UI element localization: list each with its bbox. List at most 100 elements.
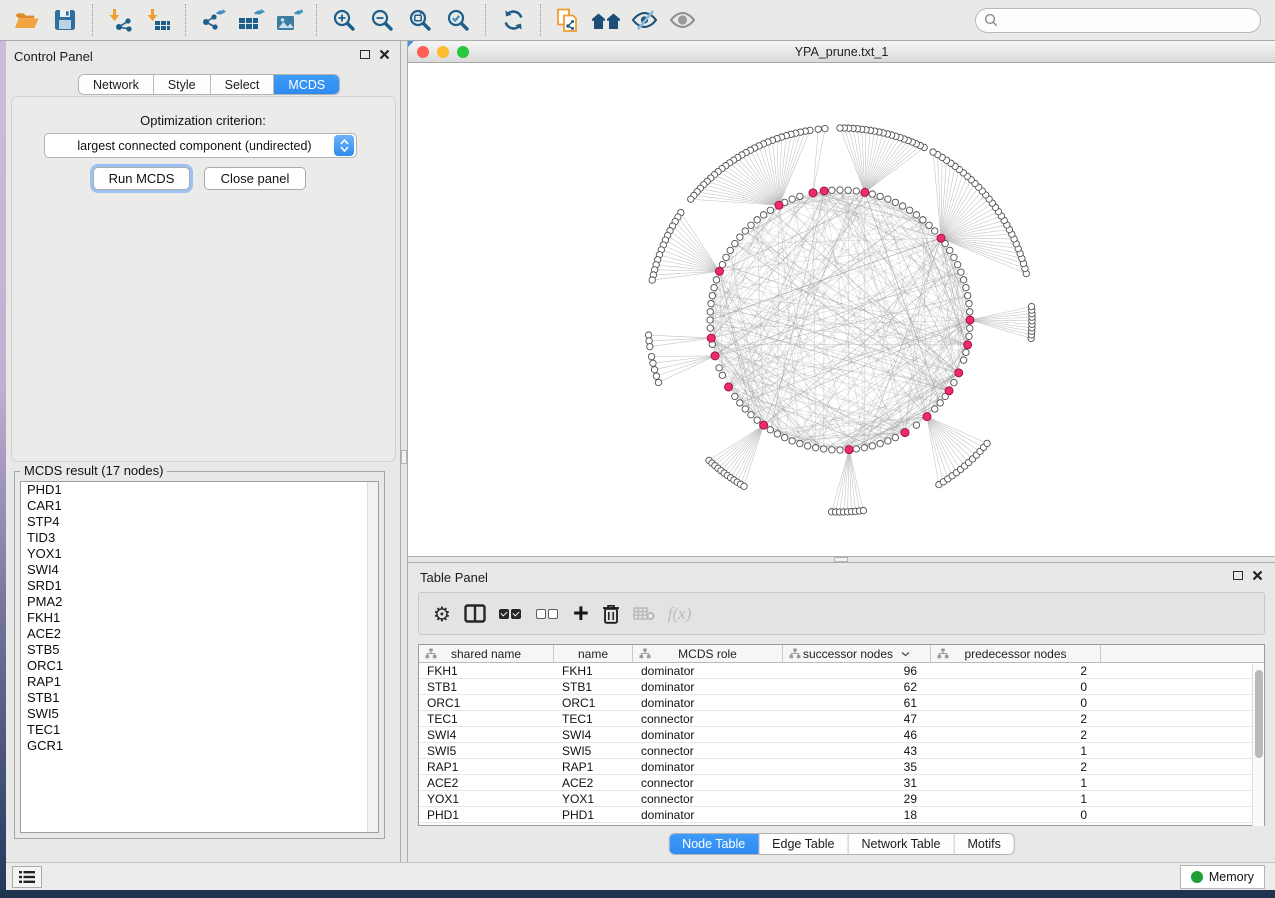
column-header-predecessor-nodes[interactable]: predecessor nodes — [931, 645, 1101, 662]
cell-shared-name[interactable]: ACE2 — [419, 775, 554, 790]
leaf-node[interactable] — [647, 344, 653, 350]
network-node[interactable] — [767, 207, 773, 213]
cell-name[interactable]: SWI4 — [554, 727, 633, 742]
cell-predecessor-nodes[interactable]: 0 — [931, 679, 1101, 694]
close-panel-icon[interactable] — [1252, 570, 1263, 581]
float-panel-icon[interactable] — [360, 50, 370, 59]
mcds-node[interactable] — [937, 234, 945, 242]
mcds-node[interactable] — [775, 201, 783, 209]
leaf-node[interactable] — [655, 379, 661, 385]
table-scrollbar[interactable] — [1252, 664, 1264, 826]
network-node[interactable] — [954, 261, 960, 267]
network-node[interactable] — [789, 196, 795, 202]
network-node[interactable] — [723, 254, 729, 260]
network-node[interactable] — [892, 199, 898, 205]
cell-name[interactable]: FKH1 — [554, 663, 633, 678]
mcds-node[interactable] — [715, 267, 723, 275]
column-header-successor-nodes[interactable]: successor nodes — [783, 645, 931, 662]
close-panel-button[interactable]: Close panel — [204, 167, 306, 190]
leaf-node[interactable] — [815, 126, 821, 132]
network-node[interactable] — [737, 234, 743, 240]
network-canvas[interactable] — [408, 63, 1275, 556]
float-panel-icon[interactable] — [1233, 571, 1243, 580]
network-node[interactable] — [748, 222, 754, 228]
network-node[interactable] — [742, 228, 748, 234]
network-titlebar[interactable]: YPA_prune.txt_1 — [408, 41, 1275, 63]
cell-MCDS-role[interactable]: dominator — [633, 759, 783, 774]
mcds-list-scrollbar[interactable] — [367, 482, 378, 832]
table-row[interactable]: RAP1RAP1dominator352 — [419, 759, 1264, 775]
cell-predecessor-nodes[interactable]: 0 — [931, 807, 1101, 822]
cell-predecessor-nodes[interactable]: 2 — [931, 727, 1101, 742]
network-node[interactable] — [966, 333, 972, 339]
network-node[interactable] — [737, 400, 743, 406]
column-settings-icon[interactable]: ⚙ — [433, 597, 451, 631]
cell-predecessor-nodes[interactable]: 2 — [931, 759, 1101, 774]
network-graph[interactable] — [408, 63, 1275, 556]
mcds-node[interactable] — [861, 188, 869, 196]
network-node[interactable] — [966, 301, 972, 307]
network-node[interactable] — [932, 228, 938, 234]
cell-successor-nodes[interactable]: 29 — [783, 791, 931, 806]
table-row[interactable]: SWI5SWI5connector431 — [419, 743, 1264, 759]
cell-name[interactable]: YOX1 — [554, 791, 633, 806]
clone-network-icon[interactable] — [552, 3, 584, 37]
delete-column-icon[interactable] — [602, 597, 620, 631]
open-file-icon[interactable] — [11, 3, 43, 37]
leaf-node[interactable] — [651, 366, 657, 372]
deselect-all-icon[interactable] — [536, 597, 560, 631]
cell-successor-nodes[interactable]: 96 — [783, 663, 931, 678]
mcds-node[interactable] — [901, 429, 909, 437]
network-node[interactable] — [899, 203, 905, 209]
mcds-node[interactable] — [845, 446, 853, 454]
network-node[interactable] — [748, 412, 754, 418]
splitter-grip[interactable] — [401, 450, 407, 464]
network-node[interactable] — [960, 277, 966, 283]
network-node[interactable] — [885, 438, 891, 444]
network-node[interactable] — [920, 217, 926, 223]
splitter-grip[interactable] — [834, 557, 848, 562]
network-node[interactable] — [937, 400, 943, 406]
mcds-node[interactable] — [923, 413, 931, 421]
network-node[interactable] — [767, 427, 773, 433]
cell-MCDS-role[interactable]: connector — [633, 791, 783, 806]
mcds-node[interactable] — [711, 352, 719, 360]
list-item[interactable]: TEC1 — [21, 722, 378, 738]
network-node[interactable] — [963, 284, 969, 290]
cell-name[interactable]: SWI5 — [554, 743, 633, 758]
network-node[interactable] — [967, 309, 973, 315]
list-item[interactable]: FKH1 — [21, 610, 378, 626]
network-node[interactable] — [913, 422, 919, 428]
network-node[interactable] — [958, 269, 964, 275]
network-node[interactable] — [885, 196, 891, 202]
list-item[interactable]: CAR1 — [21, 498, 378, 514]
cell-MCDS-role[interactable]: dominator — [633, 663, 783, 678]
network-node[interactable] — [707, 317, 713, 323]
hide-selected-icon[interactable] — [628, 3, 660, 37]
network-node[interactable] — [967, 325, 973, 331]
horizontal-splitter[interactable] — [408, 556, 1275, 563]
column-header-MCDS-role[interactable]: MCDS role — [633, 645, 783, 662]
close-panel-icon[interactable] — [379, 49, 390, 60]
network-node[interactable] — [869, 191, 875, 197]
mcds-node[interactable] — [964, 341, 972, 349]
tab-edge-table[interactable]: Edge Table — [759, 834, 848, 854]
network-node[interactable] — [732, 240, 738, 246]
tab-motifs[interactable]: Motifs — [954, 834, 1013, 854]
leaf-node[interactable] — [837, 125, 843, 131]
network-node[interactable] — [727, 247, 733, 253]
network-node[interactable] — [853, 188, 859, 194]
network-node[interactable] — [861, 444, 867, 450]
leaf-node[interactable] — [649, 277, 655, 283]
network-node[interactable] — [913, 212, 919, 218]
network-node[interactable] — [877, 193, 883, 199]
list-item[interactable]: GCR1 — [21, 738, 378, 754]
cell-shared-name[interactable]: TEC1 — [419, 711, 554, 726]
cell-shared-name[interactable]: SWI4 — [419, 727, 554, 742]
table-row[interactable]: TEC1TEC1connector472 — [419, 711, 1264, 727]
cell-MCDS-role[interactable]: connector — [633, 743, 783, 758]
network-node[interactable] — [719, 372, 725, 378]
network-node[interactable] — [713, 277, 719, 283]
save-session-icon[interactable] — [49, 3, 81, 37]
network-node[interactable] — [829, 187, 835, 193]
